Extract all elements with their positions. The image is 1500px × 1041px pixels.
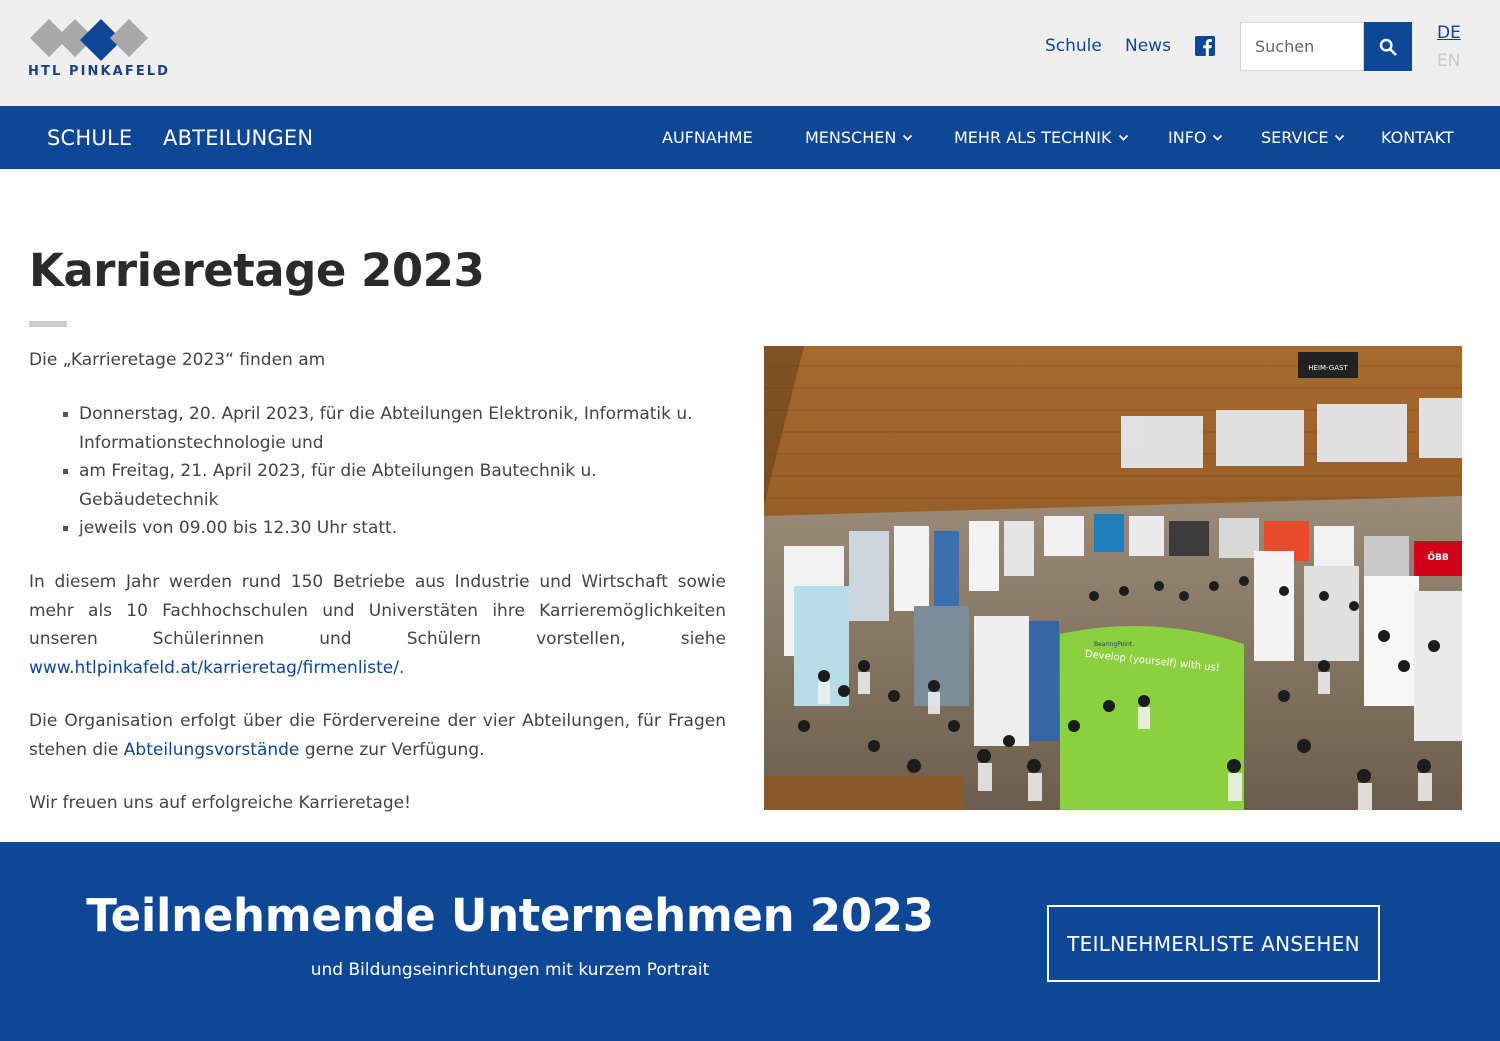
nav-menschen[interactable]: MENSCHEN	[805, 128, 913, 147]
chevron-down-icon	[1335, 134, 1345, 141]
chevron-down-icon	[1118, 134, 1128, 141]
abteilungsvorstaende-link[interactable]: Abteilungsvorstände	[124, 740, 300, 760]
nav-info[interactable]: INFO	[1168, 128, 1223, 147]
participants-list-button[interactable]: TEILNEHMERLISTE ANSEHEN	[1047, 905, 1380, 982]
list-item: am Freitag, 21. April 2023, für die Abte…	[62, 457, 722, 514]
title-divider	[29, 321, 67, 327]
nav-aufnahme[interactable]: AUFNAHME	[662, 128, 753, 147]
page-title: Karrieretage 2023	[29, 244, 485, 297]
photo-sign-oebb: ÖBB	[1427, 552, 1449, 563]
organisation-paragraph: Die Organisation erfolgt über die Förder…	[29, 707, 726, 764]
intro-text: Die „Karrieretage 2023“ finden am	[29, 350, 326, 370]
facebook-icon[interactable]	[1195, 36, 1215, 56]
nav-mehr-als-technik[interactable]: MEHR ALS TECHNIK	[954, 128, 1129, 147]
closing-text: Wir freuen uns auf erfolgreiche Karriere…	[29, 793, 411, 813]
search-button[interactable]	[1364, 22, 1412, 71]
nav-abteilungen[interactable]: ABTEILUNGEN	[163, 126, 313, 150]
header-link-news[interactable]: News	[1125, 36, 1171, 56]
photo-sign-bearingpoint: BearingPoint.	[1094, 641, 1134, 648]
photo-sign-heim-gast: HEIM-GAST	[1308, 364, 1348, 372]
nav-kontakt[interactable]: KONTAKT	[1381, 128, 1454, 147]
nav-info-label: INFO	[1168, 128, 1207, 147]
companies-paragraph: In diesem Jahr werden rund 150 Betriebe …	[29, 568, 726, 682]
participants-banner: Teilnehmende Unternehmen 2023 und Bildun…	[0, 842, 1500, 1041]
nav-kontakt-label: KONTAKT	[1381, 128, 1454, 147]
nav-menschen-label: MENSCHEN	[805, 128, 897, 147]
nav-aufnahme-label: AUFNAHME	[662, 128, 753, 147]
chevron-down-icon	[1213, 134, 1223, 141]
career-fair-photo: HEIM-GAST ÖBB Develop (yourself) with us…	[764, 346, 1462, 810]
organisation-text-end: gerne zur Verfügung.	[299, 739, 485, 760]
list-item: Donnerstag, 20. April 2023, für die Abte…	[62, 400, 722, 457]
chevron-down-icon	[903, 134, 913, 141]
search-input[interactable]	[1240, 22, 1364, 71]
header-link-schule[interactable]: Schule	[1045, 36, 1102, 56]
main-navigation: SCHULE ABTEILUNGEN AUFNAHME MENSCHEN MEH…	[0, 106, 1500, 169]
dates-list: Donnerstag, 20. April 2023, für die Abte…	[62, 400, 722, 543]
companies-text: In diesem Jahr werden rund 150 Betriebe …	[29, 572, 726, 649]
nav-mehr-als-technik-label: MEHR ALS TECHNIK	[954, 128, 1112, 147]
language-en[interactable]: EN	[1437, 51, 1460, 71]
nav-service[interactable]: SERVICE	[1261, 128, 1345, 147]
list-item: jeweils von 09.00 bis 12.30 Uhr statt.	[62, 514, 722, 543]
nav-service-label: SERVICE	[1261, 128, 1329, 147]
search-icon	[1379, 38, 1397, 56]
nav-schule[interactable]: SCHULE	[47, 126, 132, 150]
companies-text-end: .	[399, 657, 405, 678]
language-de[interactable]: DE	[1437, 23, 1461, 43]
top-header: HTL PINKAFELD Schule News DE EN	[0, 0, 1500, 106]
firmenliste-link[interactable]: www.htlpinkafeld.at/karrieretag/firmenli…	[29, 658, 399, 678]
banner-subtitle: und Bildungseinrichtungen mit kurzem Por…	[310, 960, 710, 980]
logo-text: HTL PINKAFELD	[28, 64, 171, 79]
banner-title: Teilnehmende Unternehmen 2023	[86, 889, 934, 942]
